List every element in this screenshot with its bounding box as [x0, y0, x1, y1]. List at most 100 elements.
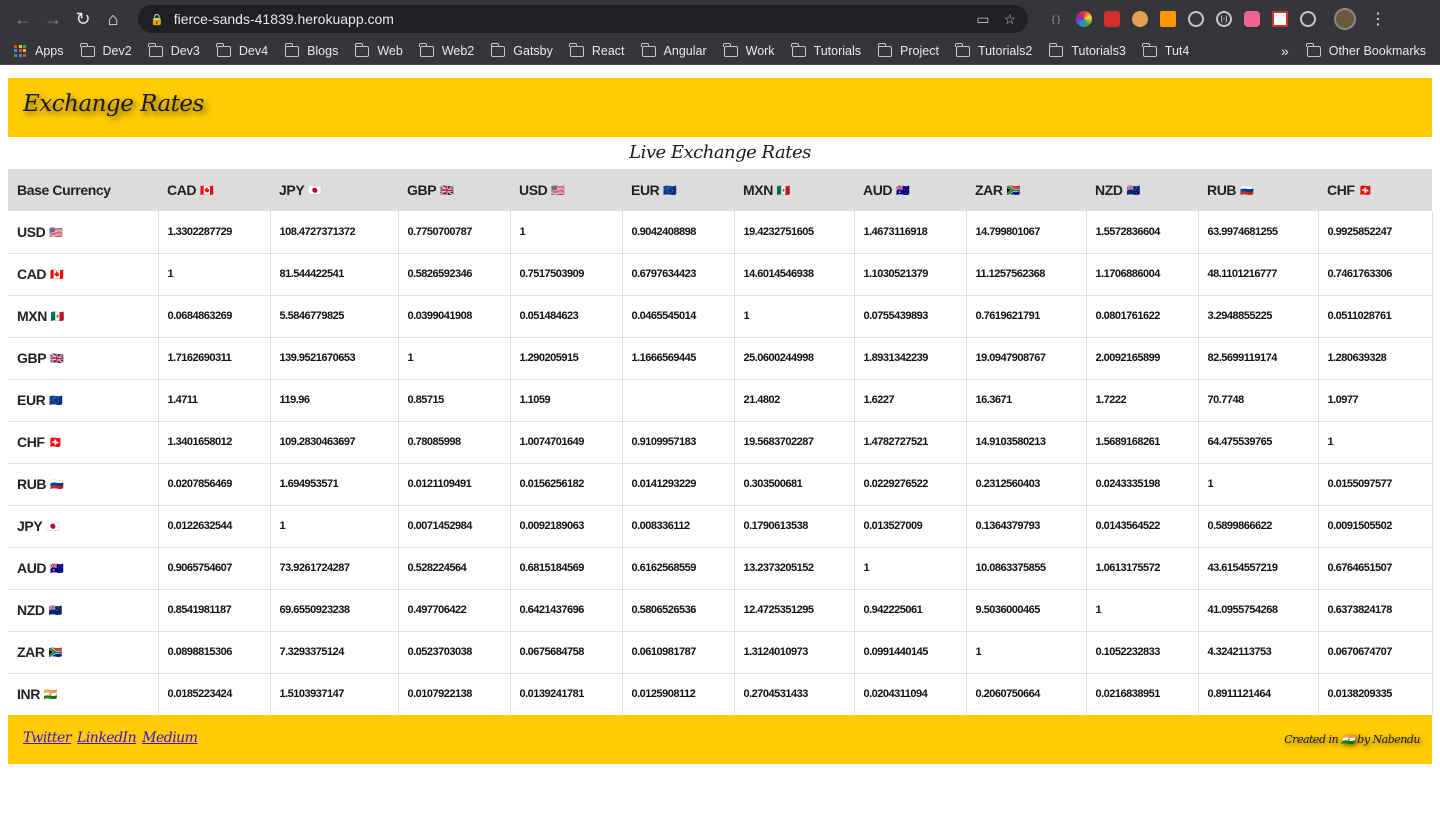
- rate-cell: 0.6797634423: [622, 253, 735, 296]
- bookmark-folder[interactable]: Web2: [419, 42, 474, 58]
- bookmark-folder[interactable]: Project: [877, 42, 939, 58]
- flag-icon: 🇦🇺: [896, 185, 910, 197]
- devtools-extension-icon[interactable]: [1104, 11, 1120, 27]
- rate-cell: 0.1052232833: [1086, 631, 1199, 674]
- color-picker-extension-icon[interactable]: [1076, 11, 1092, 27]
- bookmark-folder[interactable]: Work: [723, 42, 775, 58]
- bookmark-folder[interactable]: React: [569, 42, 625, 58]
- video-extension-icon[interactable]: [1244, 11, 1260, 27]
- rate-cell: 0.303500681: [734, 463, 855, 506]
- timer-extension-icon[interactable]: [1300, 11, 1316, 27]
- rate-cell: 0.7461763306: [1318, 253, 1433, 296]
- bookmark-folder[interactable]: Dev2: [80, 42, 132, 58]
- bookmark-folder[interactable]: Blogs: [284, 42, 338, 58]
- bookmark-folder[interactable]: Dev4: [216, 42, 268, 58]
- rate-cell: 19.4232751605: [734, 211, 855, 254]
- bookmark-label: Gatsby: [513, 44, 553, 58]
- currency-code: USD: [519, 182, 548, 198]
- cookie-extension-icon[interactable]: [1132, 11, 1148, 27]
- rate-cell: 0.0092189063: [510, 505, 623, 548]
- flag-icon: 🇿🇦: [48, 647, 63, 659]
- bookmark-folder[interactable]: Gatsby: [490, 42, 553, 58]
- rate-cell: 1.1666569445: [622, 337, 735, 380]
- react-extension-icon[interactable]: [1272, 11, 1288, 27]
- flag-icon: 🇦🇺: [50, 563, 64, 575]
- base-currency-cell: USD 🇺🇸: [8, 211, 159, 254]
- bookmark-label: Dev2: [102, 44, 132, 58]
- rate-cell: 1.694953571: [270, 463, 399, 506]
- flag-icon: 🇨🇭: [1358, 185, 1373, 197]
- json-extension-icon[interactable]: { }: [1048, 11, 1064, 27]
- target-extension-icon[interactable]: [1188, 11, 1204, 27]
- home-icon[interactable]: ⌂: [98, 4, 128, 34]
- twitter-link[interactable]: Twitter: [23, 730, 72, 746]
- rate-cell: 5.5846779825: [270, 295, 399, 338]
- rate-cell: 0.0185223424: [158, 673, 271, 716]
- bookmark-label: Tutorials2: [977, 44, 1033, 58]
- bracket-extension-icon[interactable]: (-): [1216, 11, 1232, 27]
- profile-avatar[interactable]: [1334, 8, 1356, 30]
- base-currency-cell: JPY 🇯🇵: [8, 505, 159, 548]
- rate-cell: 109.2830463697: [270, 421, 399, 464]
- rate-cell: 11.1257562368: [966, 253, 1087, 296]
- cast-icon[interactable]: ▭: [976, 11, 989, 28]
- exchange-rates-table: Base Currency CAD 🇨🇦 JPY 🇯🇵 GBP 🇬🇧 USD 🇺🇸 EUR 🇪🇺 M…: [8, 169, 1433, 716]
- more-bookmarks-icon[interactable]: »: [1281, 43, 1289, 59]
- rate-cell: 0.0125908112: [622, 673, 735, 716]
- rate-cell: 1.6227: [854, 379, 967, 422]
- rate-cell: 21.4802: [734, 379, 855, 422]
- bookmark-label: Tut4: [1164, 44, 1190, 58]
- rate-cell: 0.0122632544: [158, 505, 271, 548]
- folder-icon: [877, 42, 893, 57]
- rate-cell: 0.0139241781: [510, 673, 623, 716]
- rate-cell: 0.0610981787: [622, 631, 735, 674]
- flag-icon: 🇬🇧: [440, 185, 454, 197]
- reload-icon[interactable]: ↻: [68, 4, 98, 34]
- site-header: Exchange Rates: [8, 78, 1432, 137]
- bookmark-folder[interactable]: Web: [354, 42, 403, 58]
- bookmark-folder[interactable]: Tut4: [1142, 42, 1190, 58]
- medium-link[interactable]: Medium: [142, 730, 198, 746]
- linkedin-link[interactable]: LinkedIn: [77, 730, 137, 746]
- rate-cell: [622, 379, 735, 422]
- bookmark-star-icon[interactable]: ☆: [1003, 11, 1016, 28]
- rate-cell: 1.4782727521: [854, 421, 967, 464]
- bookmark-folder[interactable]: Angular: [641, 42, 707, 58]
- rate-cell: 0.0684863269: [158, 295, 271, 338]
- pen-extension-icon[interactable]: [1160, 11, 1176, 27]
- forward-icon[interactable]: →: [38, 4, 68, 34]
- table-row: AUD 🇦🇺 0.9065754607 73.9261724287 0.52822456…: [8, 547, 1433, 590]
- flag-icon: 🇲🇽: [776, 185, 791, 197]
- flag-icon: 🇨🇭: [48, 437, 63, 449]
- folder-icon: [80, 42, 95, 57]
- other-bookmarks[interactable]: Other Bookmarks: [1306, 42, 1426, 58]
- rate-cell: 0.0670674707: [1318, 631, 1433, 674]
- bookmark-label: Other Bookmarks: [1328, 44, 1426, 58]
- currency-code: JPY: [279, 182, 305, 198]
- currency-code: MXN: [743, 182, 773, 198]
- bookmark-label: Dev3: [170, 44, 200, 58]
- rate-cell: 69.6550923238: [270, 589, 399, 632]
- bookmark-folder[interactable]: Tutorials: [791, 42, 862, 58]
- rate-cell: 0.497706422: [398, 589, 511, 632]
- rate-cell: 0.0156256182: [510, 463, 623, 506]
- bookmark-folder[interactable]: Dev3: [148, 42, 200, 58]
- browser-menu-icon[interactable]: ⋮: [1370, 9, 1386, 29]
- flag-icon: 🇷🇺: [50, 479, 64, 491]
- back-icon[interactable]: ←: [8, 4, 38, 34]
- bookmark-label: Tutorials: [813, 44, 862, 58]
- flag-icon: 🇳🇿: [1126, 185, 1141, 197]
- bookmark-apps[interactable]: Apps: [14, 44, 64, 58]
- address-bar[interactable]: 🔒 fierce-sands-41839.herokuapp.com ▭ ☆: [138, 5, 1028, 33]
- flag-icon: 🇯🇵: [308, 185, 322, 197]
- rate-cell: 0.0898815306: [158, 631, 271, 674]
- bookmark-folder[interactable]: Tutorials3: [1048, 42, 1126, 58]
- rate-cell: 81.544422541: [270, 253, 399, 296]
- rate-cell: 1: [158, 253, 271, 296]
- table-row: ZAR 🇿🇦 0.0898815306 7.3293375124 0.052370303…: [8, 631, 1433, 674]
- bookmark-folder[interactable]: Tutorials2: [955, 42, 1033, 58]
- rate-cell: 0.2060750664: [966, 673, 1087, 716]
- rate-cell: 0.051484623: [510, 295, 623, 338]
- rate-cell: 0.2312560403: [966, 463, 1087, 506]
- lock-icon: 🔒: [150, 13, 164, 26]
